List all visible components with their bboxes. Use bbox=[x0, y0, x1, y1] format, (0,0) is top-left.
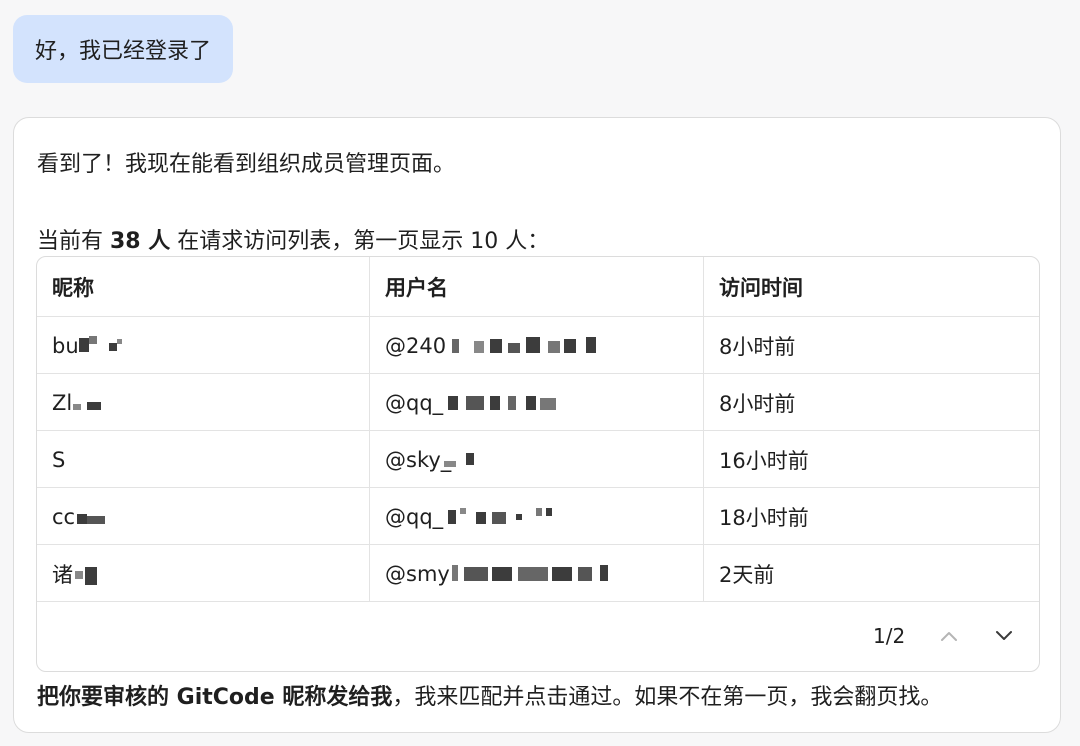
table-row[interactable]: Zl @qq_ 8小时前 bbox=[37, 374, 1039, 431]
table-header-row: 昵称 用户名 访问时间 bbox=[37, 257, 1039, 317]
cell-nickname: Zl bbox=[37, 374, 370, 431]
cell-nickname: bu bbox=[37, 317, 370, 374]
cell-access-time: 8小时前 bbox=[719, 334, 796, 359]
cell-username: @qq_ bbox=[370, 488, 704, 545]
cell-access-time: 16小时前 bbox=[719, 448, 809, 473]
nickname-text: cc bbox=[52, 504, 76, 529]
user-message-text: 好，我已经登录了 bbox=[35, 39, 212, 64]
nickname-text: Zl bbox=[52, 390, 73, 415]
header-access-time: 访问时间 bbox=[719, 276, 803, 300]
nickname-text: S bbox=[52, 447, 66, 472]
table-row[interactable]: 诸 @smy 2天前 bbox=[37, 545, 1039, 602]
redaction-mask bbox=[452, 337, 598, 353]
summary-prefix: 当前有 bbox=[37, 229, 110, 254]
header-nickname: 昵称 bbox=[37, 257, 370, 317]
nickname-text: 诸 bbox=[52, 562, 73, 587]
username-text: @qq_ bbox=[385, 390, 444, 415]
cell-access-time: 18小时前 bbox=[719, 505, 809, 530]
access-requests-table: 昵称 用户名 访问时间 bu @240 8小时前 Zl @qq_ 8小时前 S … bbox=[36, 256, 1040, 672]
chevron-up-icon bbox=[941, 632, 957, 641]
redaction-mask bbox=[448, 394, 566, 410]
username-text: @sky_ bbox=[385, 447, 452, 472]
request-count: 38 人 bbox=[110, 229, 171, 254]
next-page-button[interactable] bbox=[988, 620, 1020, 652]
table-row[interactable]: bu @240 8小时前 bbox=[37, 317, 1039, 374]
cell-access-time: 8小时前 bbox=[719, 391, 796, 416]
cell-nickname: S bbox=[37, 431, 370, 488]
table-row[interactable]: cc @qq_ 18小时前 bbox=[37, 488, 1039, 545]
nickname-text: bu bbox=[52, 333, 79, 358]
cell-username: @sky_ bbox=[370, 431, 704, 488]
user-message-bubble: 好，我已经登录了 bbox=[13, 15, 234, 83]
redaction-mask bbox=[75, 563, 101, 585]
table-row[interactable]: S @sky_ 16小时前 bbox=[37, 431, 1039, 488]
assistant-message-card: 看到了！我现在能看到组织成员管理页面。 当前有 38 人 在请求访问列表，第一页… bbox=[13, 117, 1061, 733]
chevron-down-icon bbox=[996, 631, 1012, 640]
assistant-line-instruction: 把你要审核的 GitCode 昵称发给我，我来匹配并点击通过。如果不在第一页，我… bbox=[37, 679, 942, 711]
header-username: 用户名 bbox=[370, 257, 704, 317]
instruction-bold: 把你要审核的 GitCode 昵称发给我 bbox=[37, 685, 393, 710]
cell-access-time: 2天前 bbox=[719, 562, 775, 587]
page-indicator: 1/2 bbox=[873, 624, 906, 648]
redaction-mask bbox=[73, 396, 103, 410]
redaction-mask bbox=[444, 451, 494, 467]
summary-suffix: 在请求访问列表，第一页显示 10 人： bbox=[170, 229, 550, 254]
table-pagination: 1/2 bbox=[37, 602, 1039, 671]
cell-username: @smy bbox=[370, 545, 704, 602]
cell-nickname: 诸 bbox=[37, 545, 370, 602]
username-text: @240 bbox=[385, 333, 447, 358]
cell-username: @240 bbox=[370, 317, 704, 374]
chat-page: 好，我已经登录了 看到了！我现在能看到组织成员管理页面。 当前有 38 人 在请… bbox=[0, 0, 1080, 746]
username-text: @qq_ bbox=[385, 504, 444, 529]
assistant-line-summary: 当前有 38 人 在请求访问列表，第一页显示 10 人： bbox=[37, 223, 549, 255]
username-text: @smy bbox=[385, 561, 450, 586]
instruction-rest: ，我来匹配并点击通过。如果不在第一页，我会翻页找。 bbox=[392, 685, 943, 710]
previous-page-button[interactable] bbox=[933, 620, 965, 652]
redaction-mask bbox=[77, 510, 107, 524]
redaction-mask bbox=[79, 336, 129, 354]
cell-nickname: cc bbox=[37, 488, 370, 545]
assistant-line-intro: 看到了！我现在能看到组织成员管理页面。 bbox=[37, 152, 456, 177]
redaction-mask bbox=[452, 565, 610, 581]
cell-username: @qq_ bbox=[370, 374, 704, 431]
redaction-mask bbox=[448, 506, 560, 524]
